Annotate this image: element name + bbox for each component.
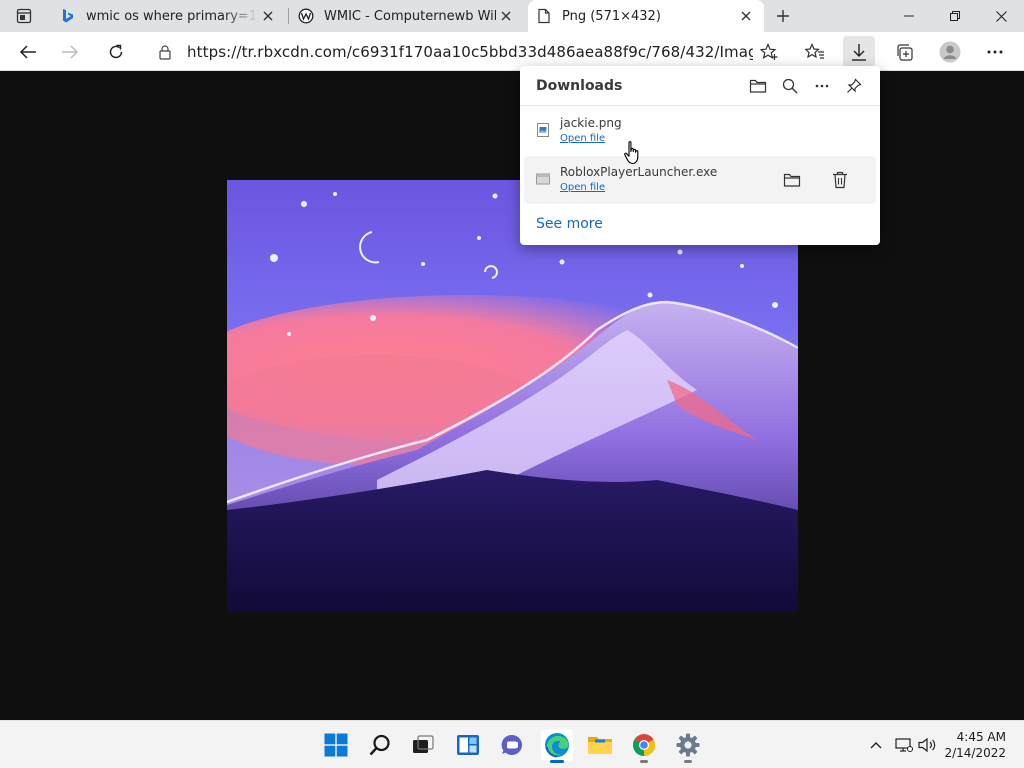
task-view-icon xyxy=(413,735,434,753)
downloads-more-options-button[interactable] xyxy=(806,70,838,102)
tab-bing-search[interactable]: wmic os where primary=1 reboo xyxy=(52,0,286,32)
widgets-button[interactable] xyxy=(452,729,484,761)
clock-time: 4:45 AM xyxy=(956,730,1006,744)
refresh-button[interactable] xyxy=(100,36,132,68)
chrome-icon xyxy=(633,734,655,756)
trash-icon xyxy=(833,171,847,189)
running-app-indicator xyxy=(684,760,692,763)
tab-wmic-wiki[interactable]: WMIC - Computernewb Wiki xyxy=(290,0,524,32)
task-view-button[interactable] xyxy=(407,729,439,761)
teams-chat-button[interactable] xyxy=(496,729,528,761)
executable-file-icon xyxy=(536,173,550,185)
close-tab-icon[interactable] xyxy=(736,6,756,26)
widgets-icon xyxy=(457,735,479,755)
open-downloads-folder-button[interactable] xyxy=(742,70,774,102)
windows-logo-icon xyxy=(324,733,348,757)
back-arrow-icon xyxy=(19,45,36,59)
tab-actions-icon xyxy=(16,8,32,24)
minimize-icon xyxy=(904,15,914,17)
close-tab-icon[interactable] xyxy=(496,6,516,26)
search-icon xyxy=(782,78,798,93)
search-icon xyxy=(369,734,390,756)
tab-png-image[interactable]: Png (571×432) xyxy=(528,0,764,32)
favorites-button[interactable] xyxy=(799,36,831,68)
tab-separator xyxy=(288,8,289,24)
tab-actions-menu-button[interactable] xyxy=(8,4,40,28)
hand-cursor-icon xyxy=(624,141,639,165)
collections-icon xyxy=(897,44,913,61)
active-app-indicator xyxy=(550,760,564,763)
settings-and-more-button[interactable] xyxy=(979,36,1011,68)
forward-button[interactable] xyxy=(54,36,86,68)
clock-date: 2/14/2022 xyxy=(944,746,1006,760)
close-window-button[interactable] xyxy=(978,0,1024,32)
collections-button[interactable] xyxy=(888,36,920,68)
download-item[interactable]: jackie.png Open file xyxy=(524,107,876,155)
pin-downloads-button[interactable] xyxy=(838,70,870,102)
close-tab-icon[interactable] xyxy=(258,6,278,26)
chevron-up-icon xyxy=(870,742,882,749)
folder-icon xyxy=(783,173,801,187)
plus-icon xyxy=(777,10,789,22)
downloads-header: Downloads xyxy=(520,66,880,106)
minimize-button[interactable] xyxy=(886,0,932,32)
new-tab-button[interactable] xyxy=(770,4,796,28)
chat-icon xyxy=(501,734,522,755)
gear-icon xyxy=(676,733,700,757)
url-text[interactable]: https://tr.rbxcdn.com/c6931f170aa10c5bbd… xyxy=(187,43,753,61)
download-item[interactable]: RobloxPlayerLauncher.exe Open file xyxy=(524,156,876,204)
profile-avatar-icon xyxy=(939,41,961,63)
page-icon xyxy=(536,8,552,24)
download-file-name: RobloxPlayerLauncher.exe xyxy=(560,165,718,179)
taskbar: 4:45 AM 2/14/2022 xyxy=(0,720,1024,768)
open-file-link[interactable]: Open file xyxy=(560,133,605,144)
back-button[interactable] xyxy=(12,36,44,68)
see-more-link[interactable]: See more xyxy=(536,216,603,232)
folder-icon xyxy=(588,737,612,754)
downloads-flyout: Downloads jackie.png Open file RobloxPla… xyxy=(520,66,880,245)
image-file-icon xyxy=(537,123,549,137)
address-bar[interactable]: https://tr.rbxcdn.com/c6931f170aa10c5bbd… xyxy=(145,36,785,68)
tab-strip: wmic os where primary=1 reboo WMIC - Com… xyxy=(0,0,1024,32)
open-file-link[interactable]: Open file xyxy=(560,182,605,193)
lock-icon[interactable] xyxy=(157,44,173,60)
downloads-title: Downloads xyxy=(536,77,623,94)
file-explorer-button[interactable] xyxy=(584,729,616,761)
download-file-name: jackie.png xyxy=(560,116,622,130)
tab-title: wmic os where primary=1 reboo xyxy=(86,8,258,24)
tab-title: Png (571×432) xyxy=(562,8,661,24)
add-favorite-star-icon[interactable] xyxy=(753,36,785,68)
more-horizontal-icon xyxy=(987,50,1003,54)
settings-button[interactable] xyxy=(672,729,704,763)
folder-icon xyxy=(749,79,767,93)
more-horizontal-icon xyxy=(815,84,829,87)
pin-icon xyxy=(847,77,862,93)
start-button[interactable] xyxy=(320,729,352,761)
edge-browser-icon xyxy=(545,733,569,758)
show-in-folder-button[interactable] xyxy=(780,168,804,192)
edge-taskbar-button[interactable] xyxy=(541,729,573,763)
downloads-button[interactable] xyxy=(843,36,875,68)
tab-title: WMIC - Computernewb Wiki xyxy=(324,8,496,24)
show-hidden-icons-button[interactable] xyxy=(866,735,886,755)
running-app-indicator xyxy=(640,760,648,763)
clock[interactable]: 4:45 AM 2/14/2022 xyxy=(944,729,1006,761)
network-icon[interactable] xyxy=(894,735,914,755)
refresh-icon xyxy=(109,44,123,59)
close-icon xyxy=(995,10,1007,22)
profile-button[interactable] xyxy=(934,36,966,68)
restore-button[interactable] xyxy=(932,0,978,32)
favorites-icon xyxy=(805,43,824,59)
window-controls xyxy=(886,0,1024,32)
restore-icon xyxy=(950,11,960,21)
search-downloads-button[interactable] xyxy=(774,70,806,102)
download-icon xyxy=(852,44,866,61)
forward-arrow-icon xyxy=(62,45,79,59)
search-button[interactable] xyxy=(364,729,396,761)
wiki-icon xyxy=(298,8,314,24)
chrome-button[interactable] xyxy=(628,729,660,763)
delete-download-button[interactable] xyxy=(828,168,852,192)
volume-icon[interactable] xyxy=(918,735,938,755)
bing-icon xyxy=(60,8,76,24)
